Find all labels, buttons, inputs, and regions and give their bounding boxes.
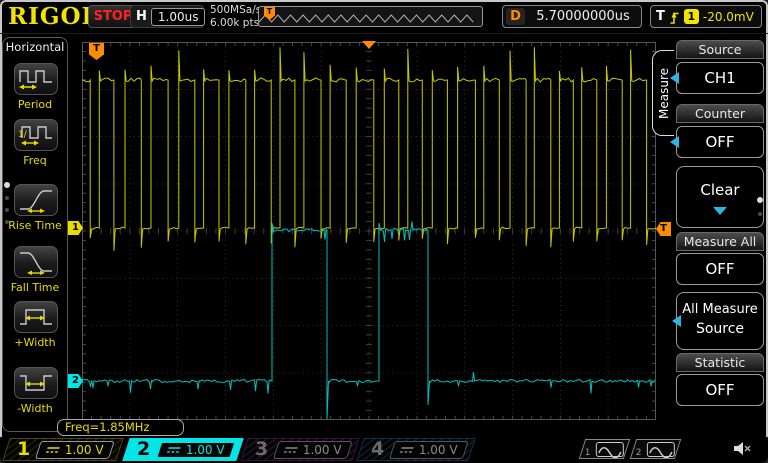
memory-depth: 6.00k pts — [210, 17, 260, 29]
topbar-divider — [0, 33, 768, 34]
trigger-source-badge: 1 — [683, 9, 699, 24]
left-arrow-icon — [670, 136, 679, 148]
oscilloscope-screen: RIGOL STOP H 1.00us 500MSa/s 6.00k pts T… — [0, 0, 768, 463]
freq-icon: 1/ — [18, 126, 52, 146]
vertical-scale: 1.00 V — [65, 442, 104, 457]
menu-item-all-measure-source[interactable]: All Measure Source — [672, 292, 764, 350]
channel3-slot[interactable]: 3 1.00 V — [240, 438, 360, 461]
plus-width-icon — [20, 309, 52, 325]
page-indicator-dot — [758, 212, 762, 216]
memory-waveform-icon — [258, 14, 474, 23]
period-icon — [19, 70, 52, 90]
menu-item-measure-all-value[interactable]: OFF — [676, 253, 764, 285]
sample-rate: 500MSa/s — [210, 4, 262, 16]
sine-wave-icon — [646, 442, 675, 459]
channel-number: 4 — [371, 438, 385, 460]
delay-badge: D — [506, 8, 525, 25]
menu-button-freq[interactable]: 1/ — [14, 119, 58, 151]
ch1-trace — [73, 47, 684, 251]
horizontal-label: H — [136, 9, 147, 24]
fall-time-icon — [20, 252, 52, 275]
graticule — [73, 41, 684, 421]
menu-button-label: -Width — [17, 402, 53, 415]
left-menu-title: Horizontal — [5, 40, 65, 54]
page-indicator-dot — [757, 197, 763, 203]
menu-item-source-value[interactable]: CH1 — [670, 62, 764, 94]
menu-button-label: Fall Time — [10, 281, 60, 294]
menu-item-counter-label: Counter — [676, 104, 764, 123]
menu-item-clear[interactable]: Clear — [676, 166, 764, 228]
rising-edge-icon — [670, 11, 679, 24]
left-arrow-icon — [670, 72, 679, 84]
measure-menu: Source CH1 Counter OFF Clear Measure All… — [670, 36, 766, 432]
vertical-scale: 1.00 V — [186, 442, 225, 457]
frequency-readout: Freq=1.85MHz — [57, 419, 184, 436]
page-indicator-dot — [5, 220, 9, 224]
menu-button-fall-time[interactable] — [14, 246, 58, 278]
trigger-delay-group: D 5.70000000us — [502, 5, 642, 28]
minus-width-icon — [20, 375, 52, 391]
timebase-value: 1.00us — [150, 7, 206, 26]
menu-item-statistic-label: Statistic — [676, 353, 764, 372]
delay-value: 5.70000000us — [536, 9, 630, 24]
trigger-level-marker[interactable]: T — [656, 222, 671, 236]
ch2-ground-marker[interactable]: 2 — [68, 374, 83, 388]
left-arrow-icon — [672, 315, 681, 327]
waveform-display — [73, 41, 684, 421]
trigger-t-label: T — [656, 9, 665, 24]
trigger-level-value: -20.0mV — [702, 9, 754, 24]
channel2-slot[interactable]: 2 1.00 V — [122, 438, 244, 461]
menu-button-minus-width[interactable] — [14, 367, 58, 399]
menu-item-statistic-value[interactable]: OFF — [676, 374, 764, 406]
speaker-muted-icon[interactable] — [732, 440, 752, 462]
channel4-slot[interactable]: 4 1.00 V — [356, 438, 476, 461]
channel-status-bar: 1 1.00 V 2 1.00 V 3 1.00 V 4 1.00 V 1 2 — [0, 437, 768, 463]
menu-item-counter-value[interactable]: OFF — [670, 126, 764, 158]
channel-number: 1 — [17, 438, 31, 460]
menu-button-rise-time[interactable] — [14, 184, 58, 216]
page-indicator-dot — [5, 196, 9, 200]
sine-wave-icon — [595, 442, 624, 459]
vertical-scale: 1.00 V — [303, 442, 342, 457]
vertical-scale: 1.00 V — [419, 442, 458, 457]
dc-coupling-icon — [284, 446, 299, 453]
memory-position-bar[interactable]: T — [258, 6, 483, 27]
svg-text:1/: 1/ — [18, 130, 28, 140]
channel1-slot[interactable]: 1 1.00 V — [2, 438, 124, 461]
menu-button-label: Period — [17, 98, 53, 111]
acquisition-info: 500MSa/s 6.00k pts — [210, 4, 261, 30]
channel-number: 3 — [255, 438, 269, 460]
source1-waveform-button[interactable]: 1 — [578, 439, 631, 459]
page-indicator-dot — [5, 208, 9, 212]
menu-button-plus-width[interactable] — [14, 301, 58, 333]
down-arrow-icon — [713, 207, 727, 215]
trigger-status-group: T 1 -20.0mV — [650, 5, 762, 28]
source-number: 1 — [584, 448, 591, 458]
measure-menu-tab: Measure — [652, 50, 674, 136]
menu-button-label: +Width — [14, 336, 56, 349]
menu-button-period[interactable] — [14, 63, 58, 95]
display-center-marker-icon — [362, 41, 376, 49]
menu-item-measure-all-label: Measure All — [676, 232, 764, 251]
ch1-ground-marker[interactable]: 1 — [68, 221, 83, 235]
source2-waveform-button[interactable]: 2 — [629, 439, 682, 459]
source-number: 2 — [635, 448, 642, 458]
horizontal-measure-menu: Horizontal Period 1/ Freq Rise Time Fall… — [2, 37, 68, 432]
dc-coupling-icon — [400, 446, 415, 453]
rigol-logo: RIGOL — [8, 3, 99, 30]
dc-coupling-icon — [46, 446, 61, 453]
dc-coupling-icon — [167, 446, 182, 453]
page-indicator-dot — [4, 182, 10, 188]
menu-button-label: Freq — [23, 154, 47, 167]
timebase-group[interactable]: H 1.00us — [130, 5, 206, 28]
menu-item-source-label: Source — [676, 40, 764, 59]
menu-button-label: Rise Time — [8, 219, 62, 232]
rise-time-icon — [20, 190, 52, 213]
channel-number: 2 — [137, 438, 151, 460]
